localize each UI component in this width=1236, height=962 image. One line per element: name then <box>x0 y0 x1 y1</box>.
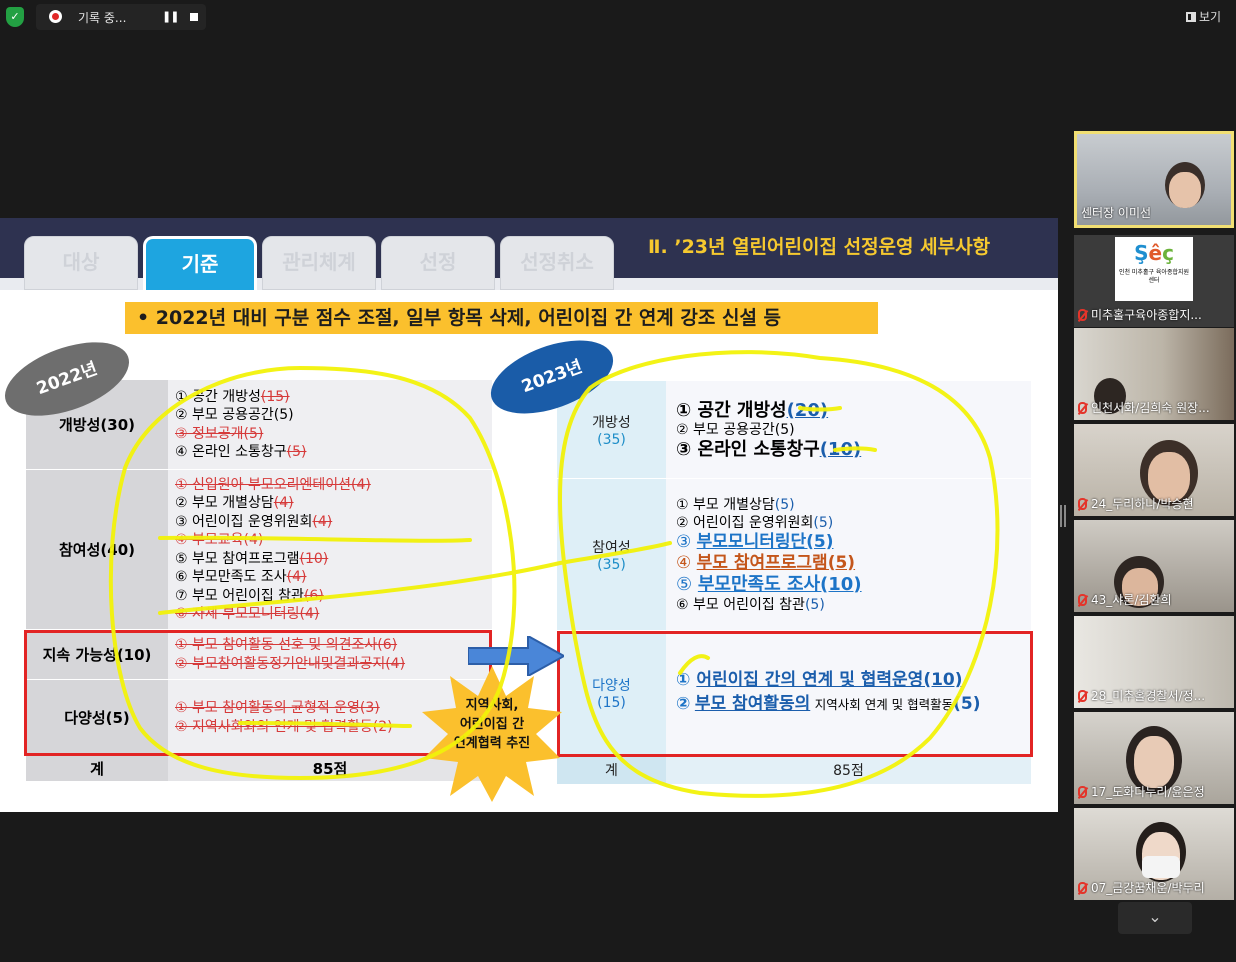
participant-tile[interactable]: 28_미추홀경찰서/정... <box>1074 616 1234 708</box>
meeting-top-bar: ✓ 기록 중... ❚❚ 보기 <box>0 0 1236 34</box>
logo-text: 인천 미추홀구 육아종합지원센터 <box>1118 269 1190 284</box>
shield-check-icon[interactable]: ✓ <box>6 7 24 27</box>
logo-icon: Şêç <box>1134 241 1174 265</box>
view-button-label: 보기 <box>1199 10 1222 24</box>
participant-tile[interactable]: 센터장 이미선 <box>1074 131 1234 228</box>
stop-recording-icon[interactable] <box>190 13 198 21</box>
participant-name: 24_두리하나/박승현 <box>1078 495 1194 512</box>
mic-muted-icon <box>1078 786 1087 798</box>
participant-tile[interactable]: 17_도화다누리/윤은정 <box>1074 712 1234 804</box>
recording-indicator[interactable]: 기록 중... ❚❚ <box>36 4 206 30</box>
record-icon <box>49 10 62 23</box>
view-button[interactable]: 보기 <box>1186 8 1221 25</box>
participant-tile[interactable]: 24_두리하나/박승현 <box>1074 424 1234 516</box>
mic-muted-icon <box>1078 498 1087 510</box>
pen-annotation-overlay <box>108 350 1000 798</box>
participant-name: 인천서화/김희숙 원장... <box>1078 399 1210 416</box>
center-logo: Şêç 인천 미추홀구 육아종합지원센터 <box>1115 237 1193 301</box>
participant-name: 43_샤론/김환희 <box>1078 591 1172 608</box>
participant-tile[interactable]: 43_샤론/김환희 <box>1074 520 1234 612</box>
mic-muted-icon <box>1078 690 1087 702</box>
chevron-down-icon: ⌄ <box>1148 907 1162 926</box>
participant-tile[interactable]: 07_금강꿈채운/박두리 <box>1074 808 1234 900</box>
participant-name: 센터장 이미선 <box>1081 206 1152 220</box>
mic-muted-icon <box>1078 882 1087 894</box>
scroll-down-button[interactable]: ⌄ <box>1118 902 1192 934</box>
view-grid-icon <box>1186 12 1196 22</box>
recording-status-text: 기록 중... <box>78 11 127 25</box>
face-mask <box>1142 856 1180 878</box>
participant-name: 미추홀구육아종합지... <box>1078 306 1202 323</box>
shared-screen-slide: 대상 기준 관리체계 선정 선정취소 Ⅱ. ’23년 열린어린이집 선정운영 세… <box>0 218 1058 812</box>
mic-muted-icon <box>1078 594 1087 606</box>
mic-muted-icon <box>1078 309 1087 321</box>
pause-recording-icon[interactable]: ❚❚ <box>162 10 179 23</box>
participant-tile[interactable]: Şêç 인천 미추홀구 육아종합지원센터 미추홀구육아종합지... <box>1074 235 1234 327</box>
avatar-face <box>1134 736 1174 788</box>
participant-name: 07_금강꿈채운/박두리 <box>1078 879 1205 896</box>
avatar-face <box>1169 172 1201 208</box>
panel-resize-handle[interactable] <box>1060 505 1066 527</box>
participant-name: 28_미추홀경찰서/정... <box>1078 687 1205 704</box>
participant-name: 17_도화다누리/윤은정 <box>1078 783 1205 800</box>
mic-muted-icon <box>1078 402 1087 414</box>
participant-tile[interactable]: 인천서화/김희숙 원장... <box>1074 328 1234 420</box>
